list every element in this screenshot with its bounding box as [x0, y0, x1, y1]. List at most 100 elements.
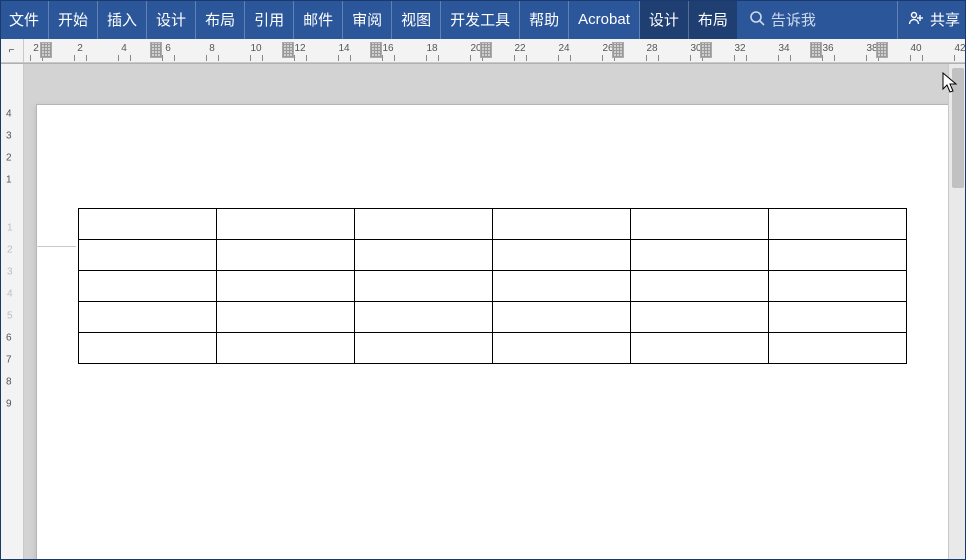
ruler-tab-stop[interactable] — [612, 42, 624, 58]
table-cell[interactable] — [769, 240, 907, 271]
ruler-tab-stop[interactable] — [370, 42, 382, 58]
ruler-number: 28 — [646, 43, 657, 54]
ruler-number: 22 — [514, 43, 525, 54]
table-cell[interactable] — [493, 271, 631, 302]
ruler-number: 10 — [250, 43, 261, 54]
vruler-number: 5 — [7, 311, 13, 322]
table-cell[interactable] — [79, 333, 217, 364]
ruler-number: 34 — [778, 43, 789, 54]
table-cell[interactable] — [79, 209, 217, 240]
table-row[interactable] — [79, 271, 907, 302]
ruler-tab-stop[interactable] — [480, 42, 492, 58]
table-cell[interactable] — [769, 302, 907, 333]
table-row[interactable] — [79, 333, 907, 364]
ruler-tab-stop[interactable] — [282, 42, 294, 58]
table-row[interactable] — [79, 302, 907, 333]
ruler-number: 6 — [165, 43, 171, 54]
ruler-number: 12 — [294, 43, 305, 54]
tab-acrobat[interactable]: Acrobat — [569, 0, 640, 39]
ruler-tab-stop[interactable] — [150, 42, 162, 58]
ruler-corner[interactable]: ⌐ — [0, 39, 24, 62]
ribbon-tabs-bar: 文件 开始 插入 设计 布局 引用 邮件 审阅 视图 开发工具 帮助 Acrob… — [0, 0, 966, 39]
search-icon — [749, 10, 765, 30]
ruler-number: 4 — [121, 43, 127, 54]
vruler-number: 4 — [6, 109, 12, 120]
share-label: 共享 — [930, 9, 960, 30]
tab-file[interactable]: 文件 — [0, 0, 49, 39]
tell-me-search[interactable]: 告诉我 — [737, 0, 828, 39]
vruler-number: 2 — [7, 245, 13, 256]
ruler-number: 16 — [382, 43, 393, 54]
tab-view[interactable]: 视图 — [392, 0, 441, 39]
document-canvas[interactable] — [24, 64, 948, 560]
table-cell[interactable] — [631, 333, 769, 364]
table-cell[interactable] — [217, 271, 355, 302]
tab-design[interactable]: 设计 — [147, 0, 196, 39]
ruler-number: 40 — [910, 43, 921, 54]
table-cell[interactable] — [631, 240, 769, 271]
vruler-number: 8 — [6, 377, 12, 388]
scrollbar-thumb[interactable] — [952, 68, 964, 188]
tab-mailings[interactable]: 邮件 — [294, 0, 343, 39]
ruler-tab-stop[interactable] — [876, 42, 888, 58]
table-cell[interactable] — [493, 209, 631, 240]
table-cell[interactable] — [217, 209, 355, 240]
table-cell[interactable] — [355, 333, 493, 364]
vruler-number: 9 — [6, 399, 12, 410]
table-cell[interactable] — [355, 209, 493, 240]
table-cell[interactable] — [355, 271, 493, 302]
ruler-number: 24 — [558, 43, 569, 54]
table-cell[interactable] — [631, 271, 769, 302]
vertical-ruler[interactable]: 4321123456789 — [0, 64, 24, 560]
vruler-number: 1 — [7, 223, 13, 234]
table-cell[interactable] — [769, 333, 907, 364]
ruler-number: 36 — [822, 43, 833, 54]
tab-developer[interactable]: 开发工具 — [441, 0, 520, 39]
table-cell[interactable] — [631, 302, 769, 333]
table-row[interactable] — [79, 240, 907, 271]
ruler-number: 2 — [33, 43, 39, 54]
tab-references[interactable]: 引用 — [245, 0, 294, 39]
tell-me-placeholder: 告诉我 — [771, 9, 816, 30]
vruler-number: 1 — [6, 175, 12, 186]
tab-table-layout[interactable]: 布局 — [689, 0, 737, 39]
table-cell[interactable] — [493, 333, 631, 364]
ruler-number: 18 — [426, 43, 437, 54]
table-cell[interactable] — [493, 240, 631, 271]
vertical-scrollbar[interactable] — [948, 64, 966, 560]
ruler-number: 8 — [209, 43, 215, 54]
ruler-tab-stop[interactable] — [700, 42, 712, 58]
table-cell[interactable] — [217, 302, 355, 333]
vruler-number: 2 — [6, 153, 12, 164]
tab-table-design[interactable]: 设计 — [640, 0, 689, 39]
table-cell[interactable] — [217, 333, 355, 364]
table-cell[interactable] — [769, 209, 907, 240]
table-cell[interactable] — [79, 271, 217, 302]
vruler-number: 3 — [6, 131, 12, 142]
tab-home[interactable]: 开始 — [49, 0, 98, 39]
horizontal-ruler[interactable]: 224681012141618202224262830323436384042 — [24, 39, 966, 62]
share-person-icon — [908, 10, 924, 30]
table-cell[interactable] — [493, 302, 631, 333]
tab-insert[interactable]: 插入 — [98, 0, 147, 39]
document-table[interactable] — [78, 208, 907, 364]
vruler-number: 7 — [6, 355, 12, 366]
table-cell[interactable] — [217, 240, 355, 271]
table-cell[interactable] — [79, 240, 217, 271]
table-cell[interactable] — [769, 271, 907, 302]
vruler-number: 4 — [7, 289, 13, 300]
tab-review[interactable]: 审阅 — [343, 0, 392, 39]
table-row[interactable] — [79, 209, 907, 240]
share-button[interactable]: 共享 — [897, 0, 966, 39]
vruler-number: 6 — [6, 333, 12, 344]
tab-layout[interactable]: 布局 — [196, 0, 245, 39]
tab-help[interactable]: 帮助 — [520, 0, 569, 39]
ruler-tab-stop[interactable] — [810, 42, 822, 58]
horizontal-ruler-wrap: ⌐ 22468101214161820222426283032343638404… — [0, 39, 966, 63]
table-cell[interactable] — [355, 302, 493, 333]
table-cell[interactable] — [79, 302, 217, 333]
table-cell[interactable] — [631, 209, 769, 240]
table-cell[interactable] — [355, 240, 493, 271]
ruler-tab-stop[interactable] — [40, 42, 52, 58]
ruler-number: 42 — [954, 43, 965, 54]
